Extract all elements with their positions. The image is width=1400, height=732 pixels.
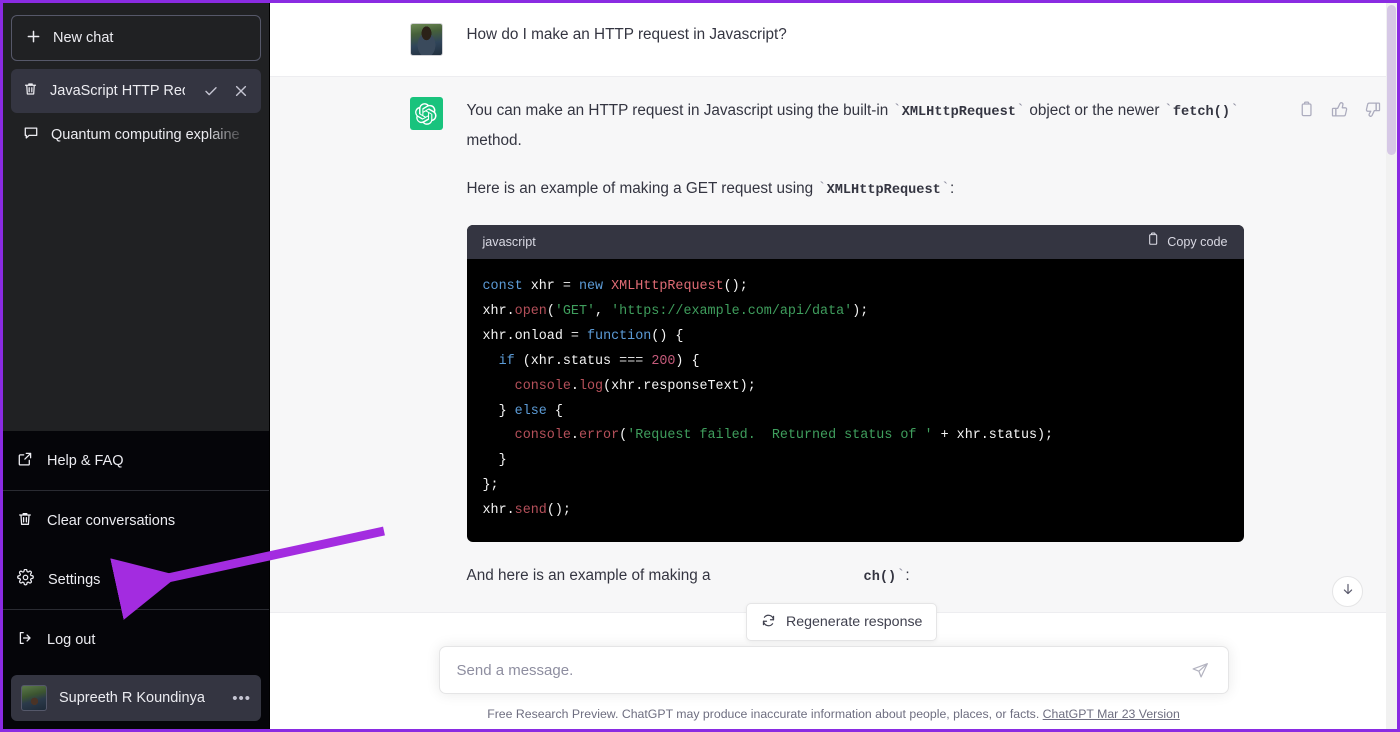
chatgpt-logo-icon [410, 97, 443, 130]
conversation-confirm-actions [197, 83, 249, 99]
menu-group-settings: Clear conversations Settings [3, 490, 269, 609]
backtick: ` [1230, 102, 1239, 120]
gear-icon [17, 569, 34, 590]
clipboard-icon [1146, 228, 1160, 256]
avatar [21, 685, 47, 711]
p3-spacer [711, 567, 864, 584]
inline-code-xmlhttprequest: XMLHttpRequest [902, 105, 1016, 120]
menu-item-clear-conversations[interactable]: Clear conversations [3, 491, 269, 550]
footer-disclaimer: Free Research Preview. ChatGPT may produ… [270, 707, 1397, 721]
menu-item-settings[interactable]: Settings [3, 550, 269, 609]
menu-item-help-faq[interactable]: Help & FAQ [3, 431, 269, 490]
user-name: Supreeth R Koundinya [59, 690, 220, 706]
regenerate-label: Regenerate response [786, 614, 922, 630]
chat-main: How do I make an HTTP request in Javascr… [270, 3, 1397, 729]
p3-text-b: : [905, 567, 909, 584]
sidebar: New chat JavaScript HTTP Reque [3, 3, 270, 729]
browser-viewport: New chat JavaScript HTTP Reque [0, 0, 1400, 732]
message-assistant: You can make an HTTP request in Javascri… [270, 76, 1397, 613]
sidebar-top: New chat [3, 3, 269, 69]
code-content: const xhr = new XMLHttpRequest(); xhr.op… [467, 259, 1244, 542]
message-actions [1296, 99, 1383, 120]
external-link-icon [17, 451, 33, 471]
menu-group-logout: Log out [3, 609, 269, 669]
menu-item-label: Clear conversations [47, 513, 175, 529]
sidebar-bottom-menu: Help & FAQ Clear conversations [3, 431, 269, 729]
code-block-header: javascript Copy code [467, 225, 1244, 259]
backtick: ` [941, 180, 950, 198]
page-scrollbar[interactable] [1386, 3, 1397, 729]
assistant-paragraph-1: You can make an HTTP request in Javascri… [467, 97, 1244, 155]
avatar [410, 23, 443, 56]
backtick: ` [817, 180, 826, 198]
chat-bubble-icon [23, 125, 39, 145]
p2-text-b: : [950, 180, 954, 197]
menu-group-help: Help & FAQ [3, 431, 269, 490]
backtick: ` [1164, 102, 1173, 120]
assistant-paragraph-2: Here is an example of making a GET reque… [467, 175, 1244, 205]
inline-code-fetch: ch() [864, 570, 897, 585]
conversation-item-javascript-http-request[interactable]: JavaScript HTTP Reque [11, 69, 261, 113]
inline-code-fetch: fetch() [1173, 105, 1230, 120]
menu-item-log-out[interactable]: Log out [3, 610, 269, 669]
copy-icon[interactable] [1296, 99, 1317, 120]
version-link[interactable]: ChatGPT Mar 23 Version [1043, 707, 1180, 721]
conversation-list: JavaScript HTTP Reque [3, 69, 269, 431]
composer-area: Regenerate response Free Research Previe… [270, 646, 1397, 729]
close-icon[interactable] [233, 83, 249, 99]
thumbs-down-icon[interactable] [1362, 99, 1383, 120]
message-text: How do I make an HTTP request in Javascr… [467, 23, 1264, 56]
copy-code-button[interactable]: Copy code [1146, 228, 1227, 256]
trash-icon [17, 511, 33, 531]
trash-icon [23, 81, 38, 101]
backtick: ` [896, 567, 905, 585]
conversation-title: JavaScript HTTP Reque [50, 83, 185, 99]
new-chat-button[interactable]: New chat [11, 15, 261, 61]
assistant-paragraph-3: And here is an example of making a ch()`… [467, 562, 1244, 592]
menu-item-label: Help & FAQ [47, 453, 124, 469]
copy-code-label: Copy code [1167, 228, 1227, 256]
check-icon[interactable] [203, 83, 219, 99]
menu-item-label: Settings [48, 572, 100, 588]
logout-icon [17, 630, 33, 650]
message-composer[interactable] [439, 646, 1229, 694]
thumbs-up-icon[interactable] [1329, 99, 1350, 120]
regenerate-response-button[interactable]: Regenerate response [746, 603, 937, 641]
scroll-to-bottom-button[interactable] [1332, 576, 1363, 607]
message-input[interactable] [457, 662, 1187, 679]
plus-icon [26, 29, 41, 48]
arrow-down-icon [1341, 582, 1355, 601]
refresh-icon [761, 613, 776, 632]
menu-item-label: Log out [47, 632, 95, 648]
p1-text-b: object or the newer [1025, 102, 1164, 119]
code-language-label: javascript [483, 228, 536, 256]
scrollbar-thumb[interactable] [1387, 5, 1396, 155]
more-options-icon[interactable]: ••• [232, 690, 251, 707]
backtick: ` [1016, 102, 1025, 120]
new-chat-label: New chat [53, 30, 113, 46]
p3-text-a: And here is an example of making a [467, 567, 711, 584]
message-text: You can make an HTTP request in Javascri… [467, 97, 1264, 592]
p1-text-a: You can make an HTTP request in Javascri… [467, 102, 893, 119]
p1-text-c: method. [467, 132, 522, 149]
conversation-title: Quantum computing explaine [51, 127, 249, 143]
conversation-item-quantum-computing[interactable]: Quantum computing explaine [11, 113, 261, 157]
p2-text-a: Here is an example of making a GET reque… [467, 180, 818, 197]
user-account-row[interactable]: Supreeth R Koundinya ••• [11, 675, 261, 721]
send-button[interactable] [1187, 657, 1214, 684]
code-block: javascript Copy code [467, 225, 1244, 542]
backtick: ` [893, 102, 902, 120]
disclaimer-text: Free Research Preview. ChatGPT may produ… [487, 707, 1039, 721]
inline-code-xmlhttprequest: XMLHttpRequest [827, 183, 941, 198]
message-user: How do I make an HTTP request in Javascr… [270, 3, 1397, 76]
